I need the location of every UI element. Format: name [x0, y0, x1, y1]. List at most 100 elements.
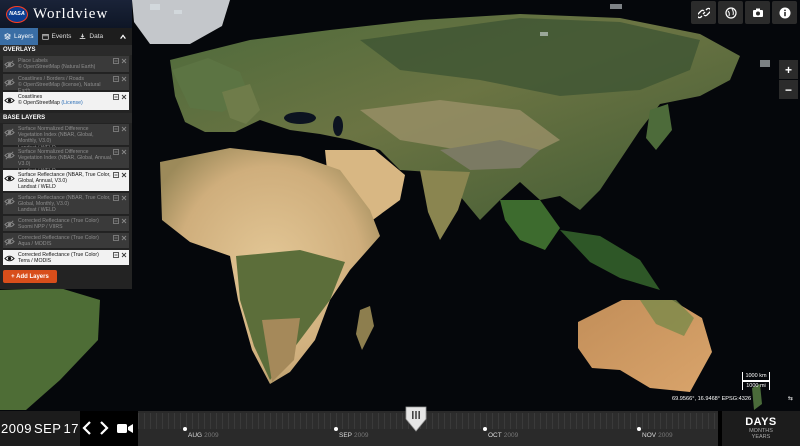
sidebar-tabs: Layers Events Data [0, 28, 132, 45]
coordinate-format-icon[interactable]: ⇆ [788, 395, 793, 402]
eye-slash-icon[interactable] [4, 236, 15, 247]
remove-layer-icon[interactable] [121, 58, 127, 64]
zoom-level-years[interactable]: YEARS [722, 434, 800, 440]
layer-name: Surface Reflectance (NBAR, True Color, G… [18, 195, 111, 208]
layer-name: Corrected Reflectance (True Color) [18, 252, 99, 258]
layer-row[interactable]: Corrected Reflectance (True Color) Terra … [3, 250, 129, 266]
layer-source: © OpenStreetMap (Natural Earth) [18, 64, 96, 71]
layer-options-icon[interactable] [113, 94, 119, 100]
remove-layer-icon[interactable] [121, 235, 127, 241]
timeline-axis[interactable]: AUG 2009 SEP 2009 OCT 2009 NOV 2009 [138, 406, 718, 446]
eye-icon[interactable] [4, 173, 15, 184]
eye-slash-icon[interactable] [4, 219, 15, 230]
layer-row[interactable]: Surface Normalized Difference Vegetation… [3, 147, 129, 174]
license-link[interactable]: (License) [61, 100, 82, 106]
layer-options-icon[interactable] [113, 76, 119, 82]
scale-km: 1000 km [742, 372, 770, 381]
zoom-out-button[interactable]: − [779, 80, 798, 99]
date-year[interactable]: 2009 [1, 421, 32, 436]
eye-slash-icon[interactable] [4, 59, 15, 70]
eye-slash-icon[interactable] [4, 196, 15, 207]
layer-options-icon[interactable] [113, 235, 119, 241]
share-link-button[interactable] [691, 1, 716, 24]
layer-text: Coastlines © OpenStreetMap (License) [18, 94, 113, 106]
coordinates-readout: 69.9566°, 16.9468° EPSG:4326 [672, 396, 752, 402]
info-button[interactable] [772, 1, 797, 24]
next-day-button[interactable] [97, 419, 111, 437]
snapshot-button[interactable] [745, 1, 770, 24]
layer-row[interactable]: Corrected Reflectance (True Color) Aqua /… [3, 233, 129, 249]
layer-row[interactable]: Place Labels © OpenStreetMap (Natural Ear… [3, 56, 129, 73]
layer-name: Corrected Reflectance (True Color) [18, 235, 99, 241]
remove-layer-icon[interactable] [121, 76, 127, 82]
tab-layers[interactable]: Layers [0, 28, 38, 45]
layer-row[interactable]: Corrected Reflectance (True Color) Suomi … [3, 216, 129, 232]
layer-row[interactable]: Surface Reflectance (NBAR, True Color, G… [3, 170, 129, 192]
download-icon [80, 33, 86, 40]
tab-label: Layers [14, 33, 34, 40]
layer-options-icon[interactable] [113, 149, 119, 155]
month-tick [334, 427, 338, 431]
remove-layer-icon[interactable] [121, 172, 127, 178]
layer-options-icon[interactable] [113, 195, 119, 201]
previous-day-button[interactable] [80, 419, 94, 437]
layer-text: Place Labels © OpenStreetMap (Natural Ear… [18, 58, 113, 70]
layers-icon [4, 33, 11, 40]
add-layers-button[interactable]: + Add Layers [3, 270, 57, 283]
remove-layer-icon[interactable] [121, 94, 127, 100]
remove-layer-icon[interactable] [121, 126, 127, 132]
info-icon [779, 7, 790, 18]
chevron-right-icon [100, 421, 109, 435]
chevron-up-icon [120, 33, 126, 39]
overlays-heading: OVERLAYS [0, 45, 132, 55]
nasa-logo: NASA [6, 5, 28, 23]
remove-layer-icon[interactable] [121, 252, 127, 258]
globe-icon [724, 6, 737, 19]
tab-label: Events [51, 33, 72, 40]
layer-row[interactable]: Surface Reflectance (NBAR, True Color, G… [3, 193, 129, 215]
eye-icon[interactable] [4, 95, 15, 106]
date-day[interactable]: 17 [63, 421, 78, 436]
scale-mi: 1000 mi [742, 381, 770, 390]
remove-layer-icon[interactable] [121, 218, 127, 224]
timeline-zoom-selector[interactable]: DAYS MONTHS YEARS [722, 411, 800, 446]
zoom-level-days[interactable]: DAYS [722, 416, 800, 428]
layer-row[interactable]: Coastlines © OpenStreetMap (License) [3, 92, 129, 111]
layer-source: Suomi NPP / VIIRS [18, 224, 63, 231]
date-month[interactable]: SEP [34, 421, 62, 436]
eye-slash-icon[interactable] [4, 150, 15, 161]
layer-row[interactable]: Surface Normalized Difference Vegetation… [3, 124, 129, 151]
layer-source: Landsat / WELD [18, 184, 56, 191]
layer-options-icon[interactable] [113, 172, 119, 178]
eye-icon[interactable] [4, 253, 15, 264]
layer-options-icon[interactable] [113, 126, 119, 132]
layer-name: Surface Normalized Difference Vegetation… [18, 149, 113, 168]
month-label-nov: NOV 2009 [642, 432, 673, 439]
eye-slash-icon[interactable] [4, 77, 15, 88]
layer-text: Corrected Reflectance (True Color) Terra … [18, 252, 113, 264]
tab-events[interactable]: Events [38, 28, 76, 45]
date-selector[interactable]: 2009 SEP 17 [0, 411, 80, 446]
remove-layer-icon[interactable] [121, 195, 127, 201]
video-camera-icon [117, 423, 133, 433]
remove-layer-icon[interactable] [121, 149, 127, 155]
projection-button[interactable] [718, 1, 743, 24]
collapse-sidebar-button[interactable] [118, 32, 128, 42]
tab-data[interactable]: Data [75, 28, 107, 45]
layer-options-icon[interactable] [113, 252, 119, 258]
animation-button[interactable] [116, 419, 134, 437]
tab-label: Data [89, 33, 104, 40]
calendar-icon [41, 34, 49, 40]
layer-options-icon[interactable] [113, 58, 119, 64]
layer-row[interactable]: Coastlines / Borders / Roads © OpenStreet… [3, 74, 129, 94]
zoom-in-button[interactable]: + [779, 60, 798, 79]
app-title: Worldview [33, 5, 109, 22]
timeline-handle[interactable] [404, 405, 428, 433]
worldview-app: { "app": { "logo_text": "NASA", "title":… [0, 0, 800, 446]
layer-options-icon[interactable] [113, 218, 119, 224]
layer-text: Surface Reflectance (NBAR, True Color, G… [18, 195, 113, 214]
eye-slash-icon[interactable] [4, 127, 15, 138]
layer-name: Corrected Reflectance (True Color) [18, 218, 99, 224]
month-label-aug: AUG 2009 [188, 432, 219, 439]
layer-sidebar: NASA Worldview Layers Events Data OVERLA… [0, 0, 132, 289]
